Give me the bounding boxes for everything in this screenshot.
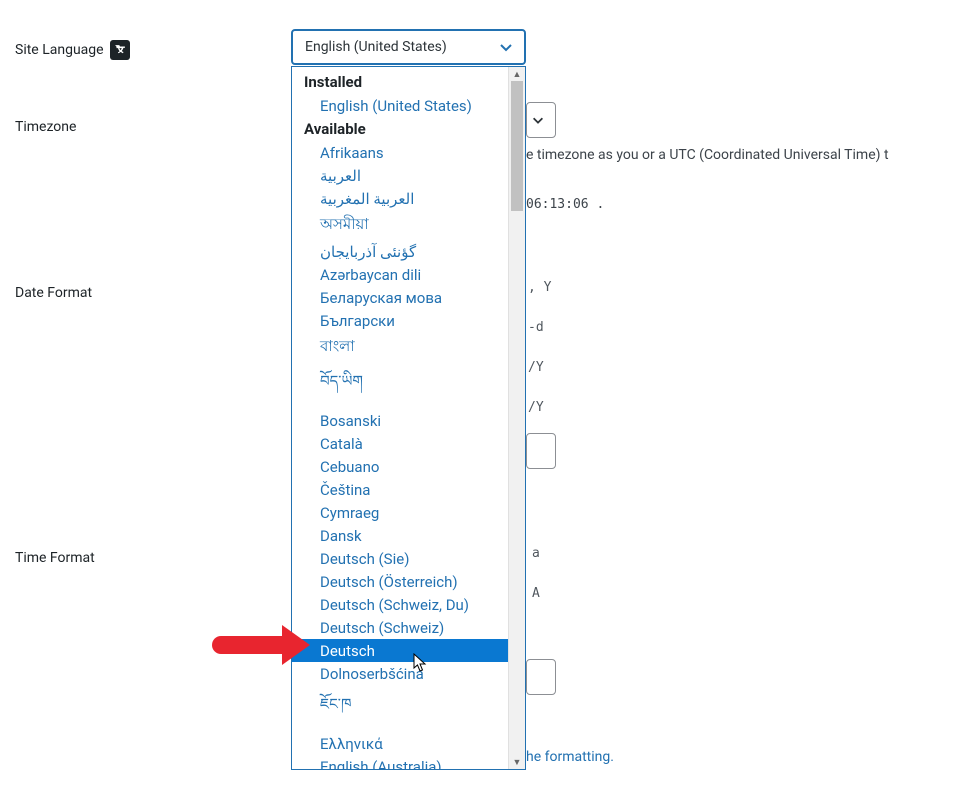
language-option[interactable]: Čeština [292, 478, 508, 501]
language-option[interactable]: Беларуская мова [292, 286, 508, 309]
optgroup-label: Available [292, 117, 508, 141]
chevron-down-icon [498, 39, 514, 55]
language-option[interactable]: گؤنئی آذربایجان [292, 240, 508, 263]
language-option[interactable]: العربية المغربية [292, 187, 508, 210]
language-option[interactable]: Azərbaycan dili [292, 263, 508, 286]
date-format-custom-input[interactable] [526, 433, 556, 469]
timezone-label: Timezone [15, 119, 76, 135]
optgroup-label: Installed [292, 70, 508, 94]
language-option[interactable]: Afrikaans [292, 141, 508, 164]
site-language-select[interactable]: English (United States) [291, 29, 526, 65]
time-format-custom-input[interactable] [526, 659, 556, 695]
language-option[interactable]: العربية [292, 164, 508, 187]
language-option[interactable]: བོད་ཡིག [292, 362, 508, 409]
language-option[interactable]: Dolnoserbšćina [292, 662, 508, 685]
site-language-label: Site Language [15, 42, 104, 58]
annotation-arrow [212, 636, 284, 654]
language-option[interactable]: Català [292, 432, 508, 455]
time-format-option-tag: a [532, 546, 540, 561]
scrollbar[interactable]: ▲ ▼ [508, 67, 525, 769]
language-option[interactable]: Deutsch (Österreich) [292, 570, 508, 593]
language-option[interactable]: Cebuano [292, 455, 508, 478]
language-option[interactable]: Cymraeg [292, 501, 508, 524]
language-option[interactable]: অসমীয়া [292, 210, 508, 240]
translate-icon [110, 40, 130, 60]
date-format-option-tag: /Y [528, 400, 544, 415]
time-format-label: Time Format [15, 550, 95, 566]
chevron-down-icon [531, 113, 545, 127]
scrollbar-thumb[interactable] [511, 81, 523, 211]
scroll-down-arrow[interactable]: ▼ [509, 755, 525, 769]
timezone-select[interactable] [526, 102, 556, 138]
timezone-helper-text: e timezone as you or a UTC (Coordinated … [526, 147, 889, 163]
language-option[interactable]: Ελληνικά [292, 732, 508, 755]
language-option[interactable]: Deutsch [292, 639, 508, 662]
timezone-time-value: 06:13:06 . [526, 197, 604, 212]
language-option[interactable]: Deutsch (Schweiz, Du) [292, 593, 508, 616]
date-format-option-tag: -d [528, 320, 544, 335]
language-option[interactable]: বাংলা [292, 332, 508, 362]
language-option[interactable]: Bosanski [292, 409, 508, 432]
date-format-label: Date Format [15, 285, 92, 301]
language-option[interactable]: English (Australia) [292, 755, 508, 769]
language-option[interactable]: ཇོང་ཁ [292, 685, 508, 732]
date-format-option-tag: , Y [528, 280, 551, 295]
language-option[interactable]: Dansk [292, 524, 508, 547]
site-language-select-value: English (United States) [305, 39, 447, 55]
scroll-up-arrow[interactable]: ▲ [509, 67, 525, 81]
language-option[interactable]: English (United States) [292, 94, 508, 117]
language-option[interactable]: Deutsch (Schweiz) [292, 616, 508, 639]
language-option[interactable]: Deutsch (Sie) [292, 547, 508, 570]
language-option[interactable]: Български [292, 309, 508, 332]
site-language-listbox[interactable]: InstalledEnglish (United States)Availabl… [291, 66, 526, 770]
formatting-doc-link[interactable]: he formatting. [526, 749, 614, 765]
date-format-option-tag: /Y [528, 360, 544, 375]
time-format-option-tag: A [532, 586, 540, 601]
